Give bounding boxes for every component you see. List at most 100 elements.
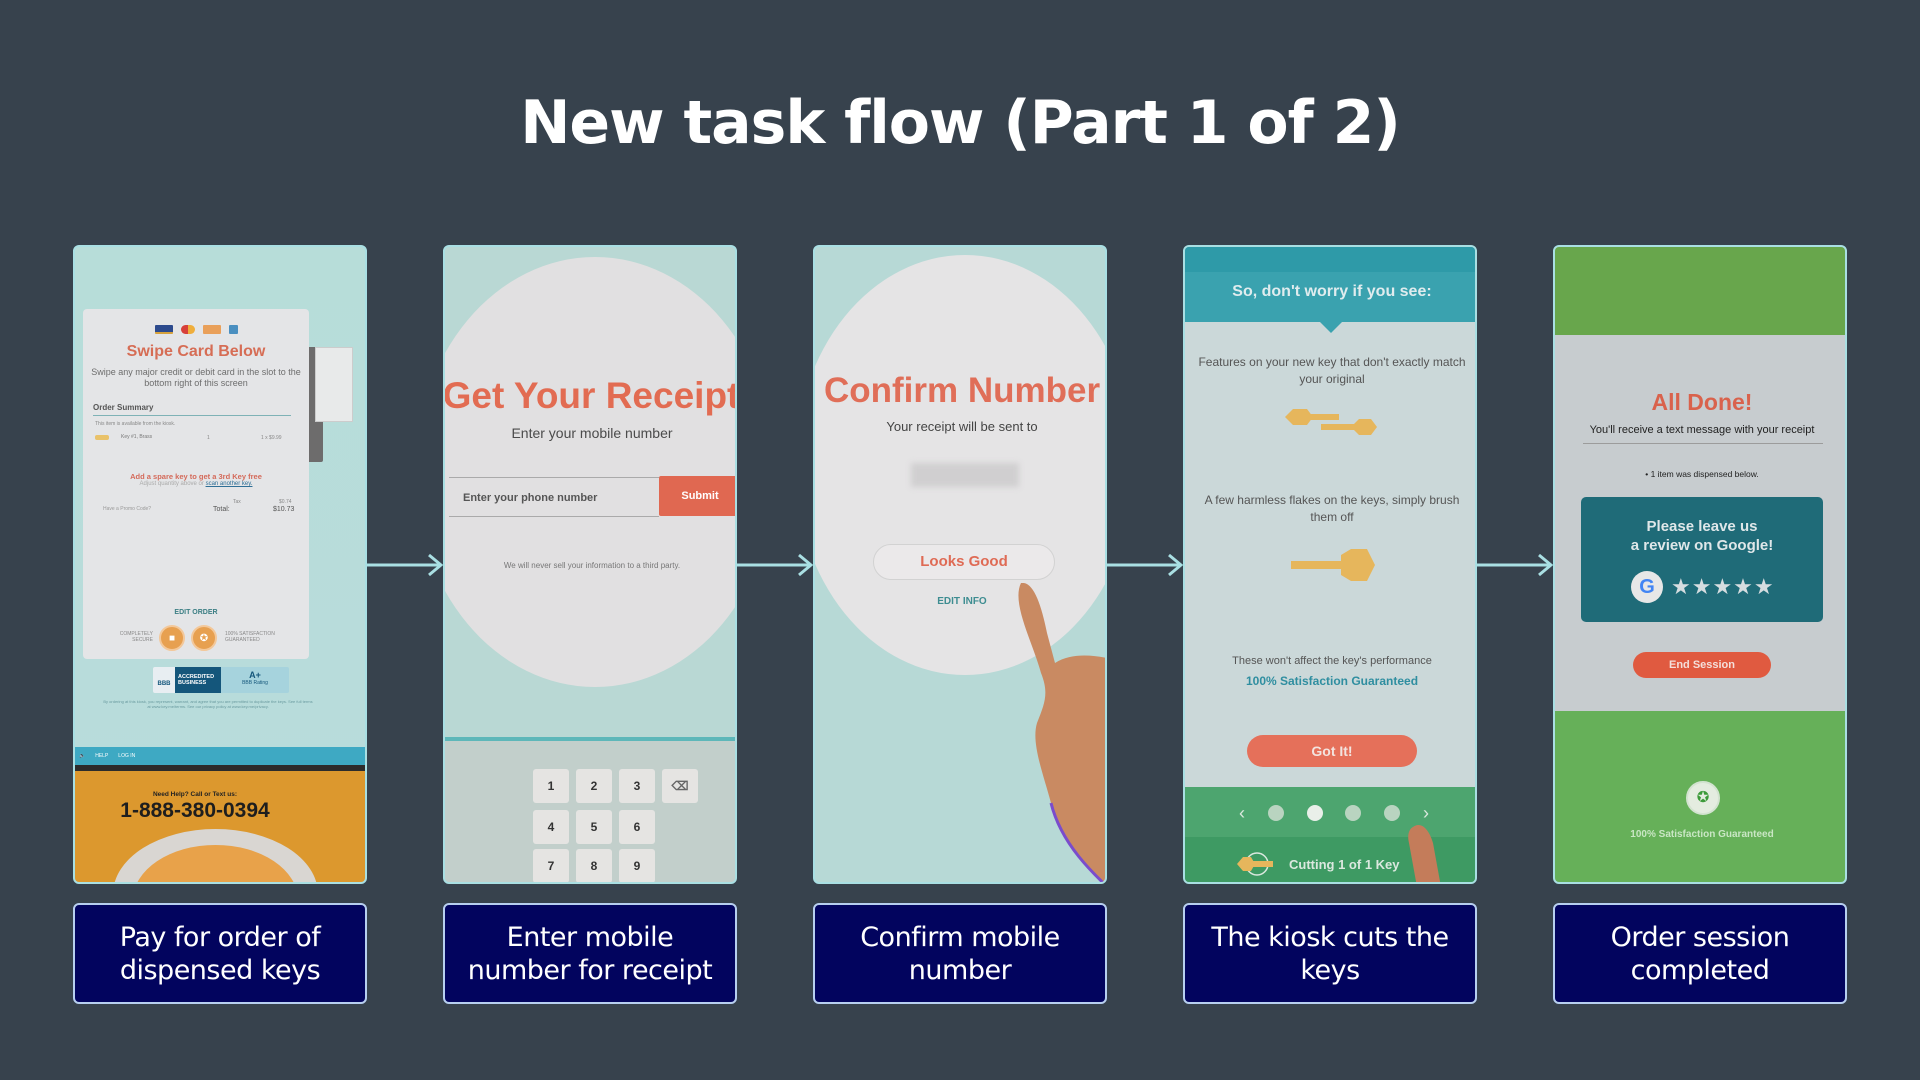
note-features: Features on your new key that don't exac… [1198, 355, 1466, 386]
kiosk-navbar: 🔈 HELP LOG IN [75, 747, 365, 765]
five-stars-icon[interactable]: ★★★★★ [1671, 571, 1775, 603]
key-7[interactable]: 7 [533, 849, 569, 882]
step-2-screenshot: Get Your Receipt Enter your mobile numbe… [443, 245, 737, 884]
receipt-message: You'll receive a text message with your … [1589, 424, 1815, 436]
pager-dot[interactable] [1267, 805, 1284, 821]
help-link[interactable]: HELP [95, 753, 108, 759]
scan-another-key-link[interactable]: scan another key. [206, 481, 253, 487]
discover-icon [202, 325, 221, 334]
key-2[interactable]: 2 [576, 769, 612, 803]
bbb-badge: BBB ACCREDITED BUSINESS A+ BBB Rating [153, 667, 289, 693]
backspace-icon[interactable]: ⌫ [662, 769, 698, 803]
review-prompt: Please leave us a review on Google! [1581, 517, 1823, 555]
step-4-screenshot: So, don't worry if you see: Features on … [1183, 245, 1477, 884]
submit-button[interactable]: Submit [659, 476, 735, 516]
promo-code-link[interactable]: Have a Promo Code? [103, 506, 151, 512]
pointing-hand-icon [1018, 583, 1105, 882]
item-quantity[interactable]: 1 [207, 435, 210, 441]
pager-dot[interactable] [1384, 805, 1401, 821]
confirm-subtext: Your receipt will be sent to [886, 419, 1038, 434]
total-label: Total: [213, 506, 230, 513]
step-3-screenshot: Confirm Number Your receipt will be sent… [813, 245, 1107, 884]
review-line-2: a review on Google! [1630, 537, 1774, 554]
chevron-left-icon[interactable]: ‹ [1239, 803, 1245, 824]
bbb-rating: A+ [249, 670, 261, 680]
visa-icon [154, 325, 173, 334]
order-summary-label: Order Summary [93, 403, 154, 412]
edit-order-link[interactable]: EDIT ORDER [83, 609, 309, 616]
flow-arrow-4 [1477, 553, 1553, 577]
swipe-heading: Swipe Card Below [126, 343, 266, 360]
pager-dot-active[interactable] [1306, 805, 1323, 821]
review-line-1: Please leave us [1646, 518, 1758, 535]
key-8[interactable]: 8 [576, 849, 612, 882]
cutting-heading: So, don't worry if you see: [1232, 283, 1432, 300]
divider [1583, 443, 1823, 444]
divider [93, 415, 291, 416]
key-1[interactable]: 1 [533, 769, 569, 803]
guarantee-label: 100% SATISFACTION GUARANTEED [225, 631, 275, 643]
flow-arrow-2 [737, 553, 813, 577]
help-phone: 1-888-380-0394 [120, 799, 270, 822]
key-9[interactable]: 9 [619, 849, 655, 882]
dispensed-text: 1 item was dispensed below. [1650, 469, 1759, 479]
caption-step-2: Enter mobile number for receipt [443, 903, 737, 1004]
caption-step-1: Pay for order of dispensed keys [73, 903, 367, 1004]
award-icon: ✪ [191, 625, 217, 651]
pager-dot[interactable] [1345, 805, 1362, 821]
swipe-subtext: Swipe any major credit or debit card in … [91, 367, 301, 388]
redacted-phone-number [911, 463, 1019, 487]
all-done-heading: All Done! [1651, 389, 1753, 415]
amex-icon [228, 325, 238, 334]
item-price: 1 x $9.99 [261, 435, 282, 441]
tax-value: $0.74 [279, 499, 292, 505]
end-session-button[interactable]: End Session [1633, 652, 1771, 678]
privacy-note: We will never sell your information to a… [503, 561, 681, 570]
total-value: $10.73 [273, 506, 295, 513]
slide-title: New task flow (Part 1 of 2) [520, 88, 1401, 158]
chevron-right-icon[interactable]: › [1423, 803, 1429, 824]
google-icon: G [1631, 571, 1663, 603]
key-5[interactable]: 5 [576, 810, 612, 844]
key-6[interactable]: 6 [619, 810, 655, 844]
google-review-card[interactable]: Please leave us a review on Google! G ★★… [1581, 497, 1823, 622]
caption-step-3: Confirm mobile number [813, 903, 1107, 1004]
payment-sheet: Swipe Card Below Swipe any major credit … [83, 309, 309, 659]
bbb-accredited: ACCREDITED BUSINESS [175, 667, 221, 693]
legal-text: By ordering at this kiosk, you represent… [103, 699, 313, 709]
header-notch [1319, 321, 1343, 333]
background-circle [445, 257, 735, 687]
promo-sub: Adjust quantity above or [139, 481, 204, 487]
key-3[interactable]: 3 [619, 769, 655, 803]
satisfaction-guarantee: 100% Satisfaction Guaranteed [1245, 674, 1419, 688]
phone-number-input[interactable]: Enter your phone number [449, 477, 659, 517]
cutting-status: Cutting 1 of 1 Key [1289, 857, 1400, 872]
volume-icon[interactable]: 🔈 [79, 753, 85, 759]
green-header [1555, 247, 1845, 335]
receipt-heading: Get Your Receipt [443, 375, 737, 416]
pager: ‹ › [1239, 796, 1429, 830]
got-it-button[interactable]: Got It! [1247, 735, 1417, 767]
mastercard-icon [180, 325, 195, 334]
bbb-rating-box: A+ BBB Rating [221, 667, 289, 693]
two-keys-icon [1285, 409, 1377, 435]
flow-arrow-1 [367, 553, 443, 577]
looks-good-button[interactable]: Looks Good [873, 544, 1055, 580]
promo-headline: Add a spare key to get a 3rd Key free [130, 472, 262, 481]
confirm-heading: Confirm Number [823, 371, 1101, 410]
bbb-logo-icon: BBB [153, 667, 175, 693]
item-name: Key #1, Brass [121, 434, 153, 440]
finger-icon [1408, 825, 1441, 882]
flow-arrow-3 [1107, 553, 1183, 577]
key-4[interactable]: 4 [533, 810, 569, 844]
bbb-rating-label: BBB Rating [242, 680, 268, 686]
card-brand-logos [83, 325, 309, 334]
note-performance: These won't affect the key's performance [1232, 655, 1432, 667]
card-reader-bezel [315, 347, 353, 422]
key-with-flakes-icon [1291, 549, 1375, 581]
login-link[interactable]: LOG IN [118, 753, 135, 759]
header-band-top [1185, 247, 1475, 272]
satisfaction-guarantee: 100% Satisfaction Guaranteed [1630, 829, 1774, 840]
secure-label: COMPLETELY SECURE [119, 631, 153, 643]
caption-step-4: The kiosk cuts the keys [1183, 903, 1477, 1004]
